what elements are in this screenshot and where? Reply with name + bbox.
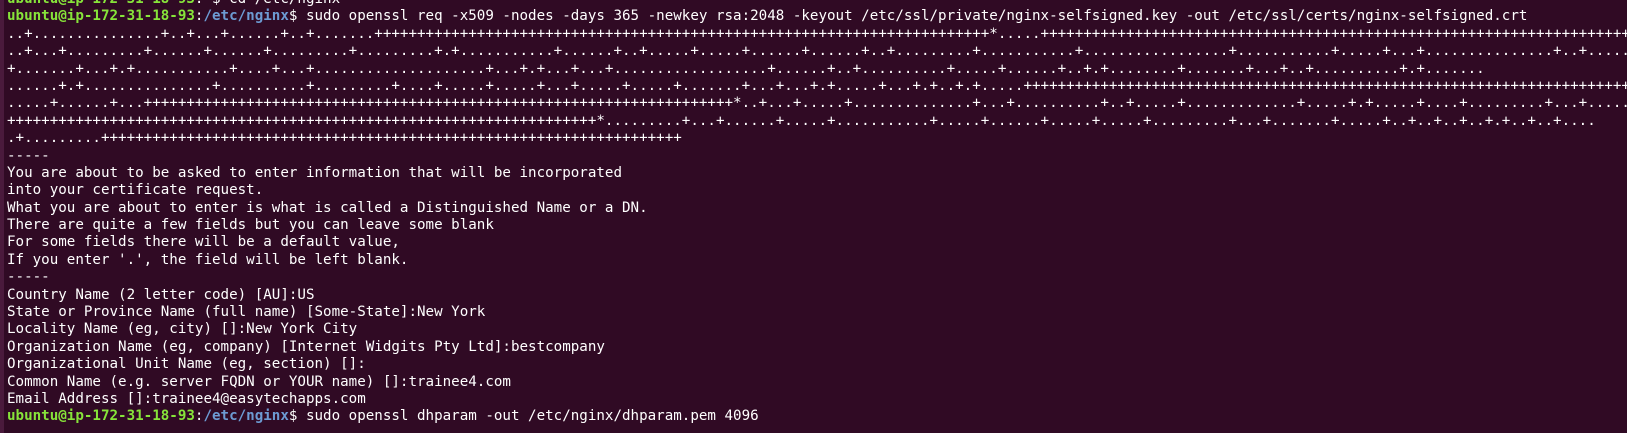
output-line: .....+......+...++++++++++++++++++++++++… xyxy=(7,95,1627,112)
output-line: Email Address []:trainee4@easytechapps.c… xyxy=(7,390,366,407)
prompt-line: ubuntu@ip-172-31-18-93:/etc/nginx$ sudo … xyxy=(7,8,1627,25)
window-edge xyxy=(0,0,4,433)
prompt-path: /etc/nginx xyxy=(203,8,289,25)
output-line: ----- xyxy=(7,147,50,164)
output-line: .+.........+++++++++++++++++++++++++++++… xyxy=(7,130,682,147)
output-line: Organizational Unit Name (eg, section) [… xyxy=(7,356,366,373)
prompt-path: /etc/nginx xyxy=(203,408,289,425)
prompt-line: ubuntu@ip-172-31-18-93:~$ cd /etc/nginx xyxy=(7,0,1627,8)
terminal-window[interactable]: ubuntu@ip-172-31-18-93:~$ cd /etc/nginxu… xyxy=(0,0,1627,433)
output-line: Common Name (e.g. server FQDN or YOUR na… xyxy=(7,373,511,390)
prompt-user-host: ubuntu@ip-172-31-18-93 xyxy=(7,8,195,25)
command-text: sudo openssl req -x509 -nodes -days 365 … xyxy=(297,8,1528,25)
prompt-line: ubuntu@ip-172-31-18-93:/etc/nginx$ sudo … xyxy=(7,408,1627,425)
output-line: State or Province Name (full name) [Some… xyxy=(7,304,486,321)
prompt-path: ~ xyxy=(203,0,212,7)
prompt-user-host: ubuntu@ip-172-31-18-93 xyxy=(7,408,195,425)
output-line: For some fields there will be a default … xyxy=(7,234,400,251)
command-text: cd /etc/nginx xyxy=(221,0,340,7)
output-line: ++++++++++++++++++++++++++++++++++++++++… xyxy=(7,112,1596,129)
output-line: ----- xyxy=(7,269,50,286)
output-line: ..+...+.........+......+......+.........… xyxy=(7,43,1627,60)
output-line: Country Name (2 letter code) [AU]:US xyxy=(7,286,315,303)
output-line: You are about to be asked to enter infor… xyxy=(7,164,622,181)
output-line: ..+...............+..+...+......+..+....… xyxy=(7,25,1627,42)
output-line: Locality Name (eg, city) []:New York Cit… xyxy=(7,321,358,338)
prompt-dollar: $ xyxy=(212,0,221,7)
output-line: There are quite a few fields but you can… xyxy=(7,217,494,234)
output-line: ......+.+...............+..........+....… xyxy=(7,77,1627,94)
output-line: If you enter '.', the field will be left… xyxy=(7,251,409,268)
prompt-user-host: ubuntu@ip-172-31-18-93 xyxy=(7,0,195,7)
output-line: What you are about to enter is what is c… xyxy=(7,199,648,216)
output-line: +.......+...+.+...........+....+...+....… xyxy=(7,60,1485,77)
output-line: Organization Name (eg, company) [Interne… xyxy=(7,338,605,355)
terminal-output: ubuntu@ip-172-31-18-93:~$ cd /etc/nginxu… xyxy=(7,0,1627,426)
output-line: into your certificate request. xyxy=(7,182,264,199)
command-text: sudo openssl dhparam -out /etc/nginx/dhp… xyxy=(297,408,759,425)
